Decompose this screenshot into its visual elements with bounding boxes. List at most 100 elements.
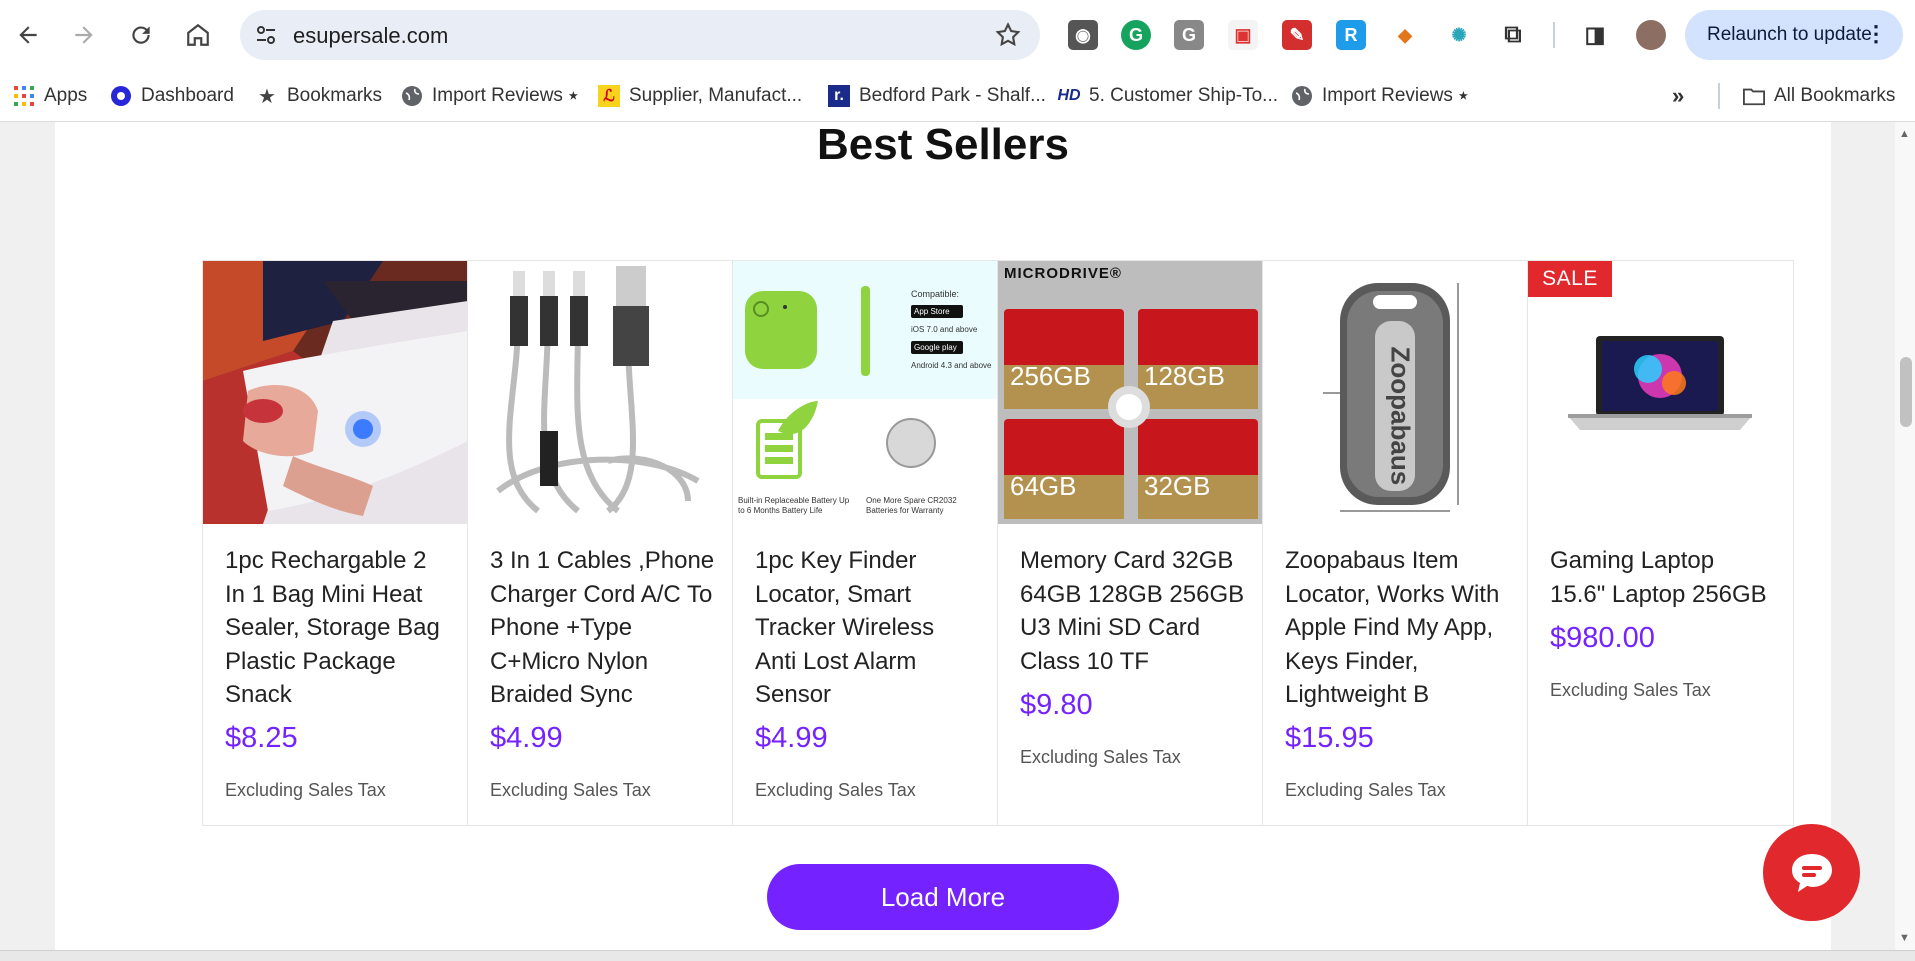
chat-button[interactable] xyxy=(1763,824,1860,921)
tracker-google-text: Google play xyxy=(914,343,957,352)
product-title[interactable]: Gaming Laptop 15.6" Laptop 256GB xyxy=(1550,544,1775,611)
more-vert-icon[interactable]: ⋮ xyxy=(1865,22,1887,46)
product-image-item-locator[interactable]: Zoopabaus xyxy=(1263,261,1527,524)
product-card[interactable]: MICRODRIVE® 256GB 128GB 64GB 32GB Memory… xyxy=(998,261,1263,825)
tax-note: Excluding Sales Tax xyxy=(225,780,386,800)
puzzle-extensions-icon[interactable]: ⧉ xyxy=(1498,20,1528,50)
tune-icon[interactable] xyxy=(254,23,278,47)
address-bar[interactable]: esupersale.com xyxy=(240,10,1040,60)
card-capacity-text: 256GB xyxy=(1010,361,1091,391)
url-text[interactable]: esupersale.com xyxy=(293,23,448,49)
product-price: $9.80 xyxy=(1020,689,1093,721)
product-title[interactable]: Zoopabaus Item Locator, Works With Apple… xyxy=(1285,544,1510,712)
dashboard-icon xyxy=(110,85,132,107)
back-button[interactable] xyxy=(8,13,48,57)
globe-icon xyxy=(1291,85,1313,107)
folder-icon xyxy=(1743,85,1765,107)
bookmark-bookmarks[interactable]: ★ Bookmarks xyxy=(256,80,382,112)
grammarly-icon[interactable]: G xyxy=(1121,20,1151,50)
hd-icon: HD xyxy=(1057,87,1081,104)
content-area: Best Sellers 1pc Rechargable 2 In 1 Bag … xyxy=(55,122,1831,950)
bookmark-label: Apps xyxy=(44,85,88,106)
page-scrollbar[interactable]: ▲ ▼ xyxy=(1895,122,1915,950)
card-capacity-text: 64GB xyxy=(1010,471,1077,501)
tax-note: Excluding Sales Tax xyxy=(1550,680,1711,700)
product-title[interactable]: 1pc Key Finder Locator, Smart Tracker Wi… xyxy=(755,544,980,712)
product-price: $15.95 xyxy=(1285,722,1374,754)
tax-note: Excluding Sales Tax xyxy=(1020,747,1181,767)
microdrive-brand-text: MICRODRIVE® xyxy=(1004,265,1122,282)
bookmark-import-reviews[interactable]: Import Reviews ⭑ xyxy=(401,80,578,112)
product-price: $8.25 xyxy=(225,722,298,754)
bookmark-label: Import Reviews ⭑ xyxy=(432,85,579,106)
r-extension-icon[interactable]: R xyxy=(1336,20,1366,50)
card-capacity-text: 32GB xyxy=(1144,471,1211,501)
star-icon[interactable] xyxy=(994,21,1022,49)
tracker-ios-text: iOS 7.0 and above xyxy=(911,325,978,334)
product-image-key-finder[interactable]: Compatible: App Store iOS 7.0 and above … xyxy=(733,261,997,524)
google-g-icon[interactable]: G xyxy=(1174,20,1204,50)
forward-button[interactable] xyxy=(64,13,104,57)
r-icon: r. xyxy=(828,85,850,107)
tracker-battery-text: Built-in Replaceable Battery Up to 6 Mon… xyxy=(738,496,850,515)
product-image-laptop[interactable]: SALE xyxy=(1528,261,1793,524)
extension-1-icon[interactable]: ◉ xyxy=(1068,20,1098,50)
extension-8-icon[interactable]: ✺ xyxy=(1444,20,1474,50)
bookmark-label: Bookmarks xyxy=(287,85,383,106)
tax-note: Excluding Sales Tax xyxy=(1285,780,1446,800)
product-title[interactable]: 1pc Rechargable 2 In 1 Bag Mini Heat Sea… xyxy=(225,544,450,712)
relaunch-label: Relaunch to update xyxy=(1707,24,1872,45)
profile-avatar[interactable] xyxy=(1636,20,1666,50)
chevron-double-right-icon[interactable]: » xyxy=(1672,80,1684,112)
home-button[interactable] xyxy=(178,13,218,57)
bookmark-customer-ship-to[interactable]: HD 5. Customer Ship-To... xyxy=(1057,80,1279,112)
zoopabaus-brand-text: Zoopabaus xyxy=(1385,346,1416,486)
scroll-down-icon[interactable]: ▼ xyxy=(1899,932,1910,944)
toolbar-divider xyxy=(1553,22,1555,48)
product-image-memory-card[interactable]: MICRODRIVE® 256GB 128GB 64GB 32GB xyxy=(998,261,1262,524)
metamask-icon[interactable]: ◆ xyxy=(1390,20,1420,50)
apps-grid-icon xyxy=(13,85,35,107)
scroll-up-icon[interactable]: ▲ xyxy=(1899,128,1910,140)
page-viewport: Best Sellers 1pc Rechargable 2 In 1 Bag … xyxy=(0,122,1895,950)
star-icon: ★ xyxy=(258,85,276,108)
tracker-spare-text: One More Spare CR2032 Batteries for Warr… xyxy=(866,496,957,515)
bookmark-label: 5. Customer Ship-To... xyxy=(1089,85,1279,106)
forward-arrow-icon xyxy=(75,26,93,44)
scrollbar-thumb[interactable] xyxy=(1900,357,1912,427)
product-title[interactable]: 3 In 1 Cables ,Phone Charger Cord A/C To… xyxy=(490,544,715,712)
back-arrow-icon xyxy=(19,26,37,44)
product-card[interactable]: 3 In 1 Cables ,Phone Charger Cord A/C To… xyxy=(468,261,733,825)
product-card[interactable]: Compatible: App Store iOS 7.0 and above … xyxy=(733,261,998,825)
product-price: $4.99 xyxy=(755,722,828,754)
bookmark-import-reviews-2[interactable]: Import Reviews ⭑ xyxy=(1291,80,1468,112)
bookmark-dashboard[interactable]: Dashboard xyxy=(110,80,234,112)
all-bookmarks-button[interactable]: All Bookmarks xyxy=(1743,80,1895,112)
side-panel-icon[interactable]: ◨ xyxy=(1580,20,1610,50)
product-card[interactable]: Zoopabaus Zoopabaus Item Locator, Works … xyxy=(1263,261,1528,825)
bookmark-label: Dashboard xyxy=(141,85,234,106)
product-card[interactable]: 1pc Rechargable 2 In 1 Bag Mini Heat Sea… xyxy=(203,261,468,825)
product-title[interactable]: Memory Card 32GB 64GB 128GB 256GB U3 Min… xyxy=(1020,544,1245,678)
bookmarks-divider xyxy=(1718,83,1720,109)
reload-button[interactable] xyxy=(121,13,161,57)
product-image-heat-sealer[interactable] xyxy=(203,261,467,524)
relaunch-button[interactable]: Relaunch to update ⋮ xyxy=(1685,10,1903,60)
reload-icon xyxy=(132,26,150,44)
product-price: $4.99 xyxy=(490,722,563,754)
bookmark-apps[interactable]: Apps xyxy=(13,80,87,112)
product-card[interactable]: SALE Gaming Laptop 15.6" Laptop 256GB $9… xyxy=(1528,261,1793,825)
bookmark-bedford-park[interactable]: r. Bedford Park - Shalf... xyxy=(828,80,1046,112)
bookmarks-bar: Apps Dashboard ★ Bookmarks Import Review… xyxy=(0,70,1915,122)
load-more-button[interactable]: Load More xyxy=(767,864,1119,930)
sale-badge: SALE xyxy=(1528,261,1612,297)
bookmark-label: Bedford Park - Shalf... xyxy=(859,85,1046,106)
product-image-cables[interactable] xyxy=(468,261,732,524)
supplier-icon: ℒ xyxy=(598,85,620,107)
extension-4-icon[interactable]: ▣ xyxy=(1228,20,1258,50)
pdf-tool-icon[interactable]: ✎ xyxy=(1282,20,1312,50)
bookmark-supplier[interactable]: ℒ Supplier, Manufact... xyxy=(598,80,802,112)
bottom-strip xyxy=(0,950,1915,961)
globe-icon xyxy=(401,85,423,107)
section-title: Best Sellers xyxy=(817,120,1069,169)
